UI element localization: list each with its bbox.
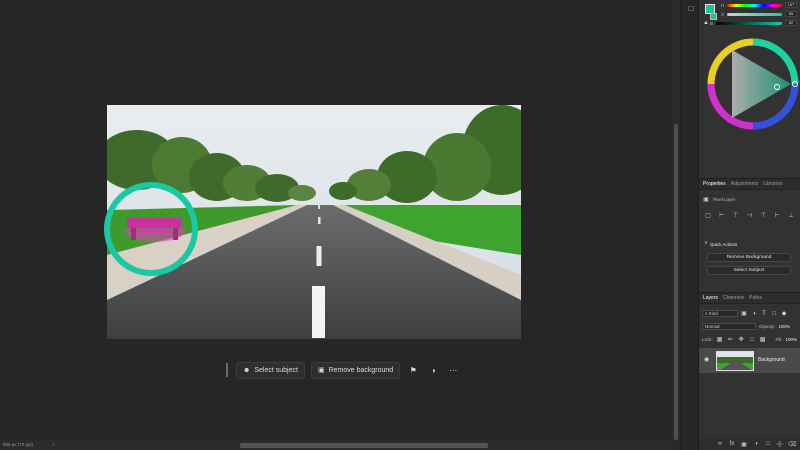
align-left-icon[interactable]: ⊢ [718,212,726,219]
filter-kind-label: Kind [708,311,718,316]
contextual-taskbar: ☻ Select subject ▣ Remove background ⚑ ◑… [226,360,460,380]
layers-footer: ∞ fx ▣ ◑ □ ➕ ⌫ [699,438,800,450]
quick-actions-title: Quick Actions [710,241,738,247]
highlight-circle [104,182,198,276]
hue-value[interactable]: 167 [785,2,797,8]
right-panel: H 167 S 85 ▲ B 82 Properties Adjustments… [698,0,800,450]
eye-icon[interactable]: ◉ [704,356,709,363]
taskbar-grip[interactable] [226,363,228,377]
layer-thumbnail [716,351,754,371]
search-icon: ⌕ [705,311,708,316]
person-icon: ☻ [243,366,251,374]
align-top-icon[interactable]: ⊤ [759,212,767,219]
horizontal-scrollbar-thumb[interactable] [240,443,488,448]
tab-properties[interactable]: Properties [703,181,726,187]
tab-adjustments[interactable]: Adjustments [731,181,759,187]
lock-all-icon[interactable]: ▩ [759,336,767,343]
transform-icon[interactable]: ▢ [704,212,712,219]
lock-artboard-icon[interactable]: □ [748,337,756,343]
select-subject-panel-button[interactable]: Select Subject [707,266,791,275]
layer-filter-kind[interactable]: ⌕ Kind [702,310,738,317]
align-right-icon[interactable]: ⊣ [745,212,753,219]
mask-icon[interactable]: ▣ [740,441,748,448]
select-subject-label: Select subject [254,366,298,374]
panel-icon-strip: □ [680,0,698,450]
tab-libraries[interactable]: Libraries [763,181,782,187]
pixel-layer-label: Pixel Layer [713,197,736,202]
new-layer-icon[interactable]: ➕ [776,441,784,448]
fill-label: Fill: [775,337,783,342]
remove-background-button[interactable]: ▣ Remove background [310,361,401,379]
lock-brush-icon[interactable]: ✏ [727,336,735,343]
adjustment-layer-icon[interactable]: ◑ [752,441,760,447]
filter-pixel-icon[interactable]: ▣ [740,310,748,317]
fill-value[interactable]: 100% [786,337,798,342]
align-center-icon[interactable]: ⊤ [732,212,740,219]
align-bottom-icon[interactable]: ⊥ [787,212,795,219]
layer-name: Background [758,357,785,363]
align-middle-icon[interactable]: ⊢ [773,212,781,219]
lock-pixels-icon[interactable]: ▦ [716,336,724,343]
layers-tabs: Layers Channels Paths [699,292,800,304]
color-wheel[interactable] [707,34,799,134]
remove-background-label: Remove background [328,366,394,374]
folder-icon[interactable]: □ [764,441,772,447]
brightness-label: B [710,20,714,26]
blend-mode-select[interactable]: Normal [702,323,756,330]
saturation-label: S [721,11,725,17]
trash-icon[interactable]: ⌫ [788,441,796,448]
tab-channels[interactable]: Channels [723,295,744,301]
brightness-slider[interactable] [716,21,782,25]
hue-slider[interactable] [727,3,782,7]
canvas-area[interactable]: ☻ Select subject ▣ Remove background ⚑ ◑… [0,0,672,440]
flag-icon[interactable]: ⚑ [406,363,420,377]
more-icon[interactable]: ⋯ [446,363,460,377]
background-color-swatch[interactable] [710,13,717,20]
brightness-value[interactable]: 82 [785,20,797,26]
zoom-readout: 566 px (72 ppi) [3,442,34,447]
tab-layers[interactable]: Layers [703,295,718,301]
select-subject-button[interactable]: ☻ Select subject [236,361,305,379]
pixel-layer-icon: ▣ [703,197,709,203]
status-arrow-icon[interactable]: > [52,442,55,447]
filter-smart-icon[interactable]: ◆ [780,310,788,317]
tab-paths[interactable]: Paths [749,295,762,301]
chat-icon[interactable]: □ [686,4,696,14]
opacity-value[interactable]: 100% [779,324,791,329]
fx-icon[interactable]: fx [728,441,736,447]
opacity-label: Opacity: [759,324,776,329]
image-icon: ▣ [317,367,325,374]
filter-shape-icon[interactable]: □ [770,311,778,317]
lock-label: Lock: [702,337,713,342]
layer-row-background[interactable]: ◉ Background [699,348,800,373]
properties-tabs: Properties Adjustments Libraries [699,178,800,190]
warning-icon: ▲ [703,20,709,26]
saturation-slider[interactable] [727,12,782,16]
chevron-down-icon[interactable]: ˅ [702,241,710,247]
half-circle-icon[interactable]: ◑ [426,363,440,377]
vertical-scrollbar-thumb[interactable] [674,124,678,440]
filter-adjustment-icon[interactable]: ◑ [750,311,758,317]
lock-move-icon[interactable]: ✥ [737,336,745,343]
saturation-value[interactable]: 85 [785,11,797,17]
link-icon[interactable]: ∞ [716,441,724,447]
filter-type-icon[interactable]: T [760,311,768,317]
remove-background-panel-button[interactable]: Remove Background [707,253,791,262]
hue-label: H [721,2,725,8]
